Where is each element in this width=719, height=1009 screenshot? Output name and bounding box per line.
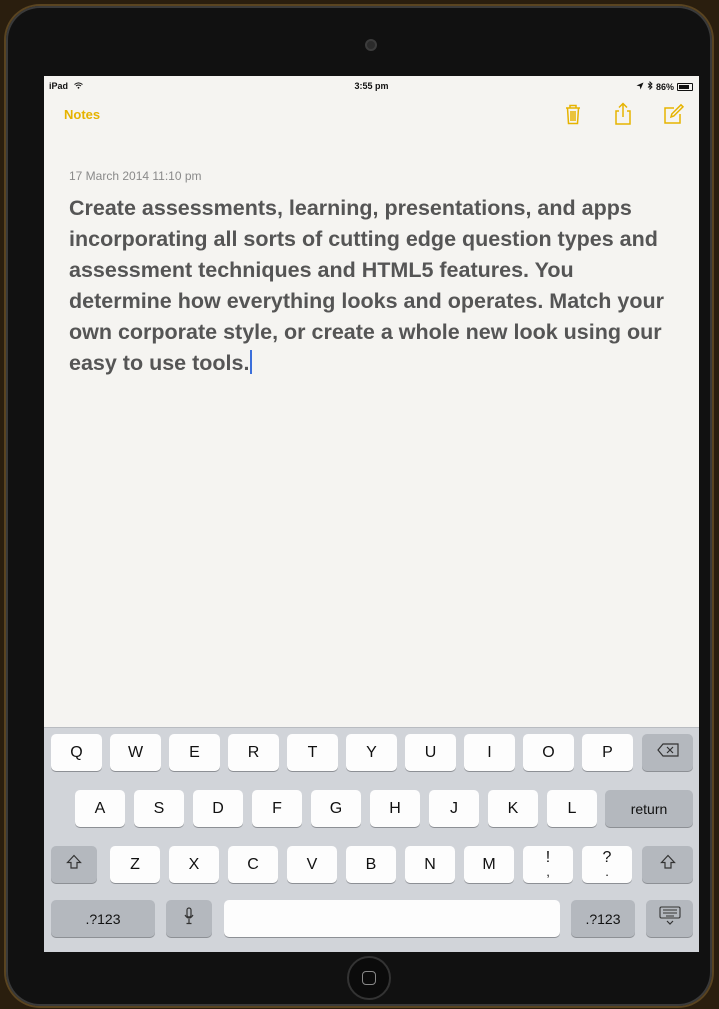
hide-keyboard-key[interactable]	[646, 900, 693, 937]
key-d-label: D	[212, 799, 224, 817]
screen: iPad 3:55 pm 86% Notes 17 March 2014 11:…	[44, 76, 699, 952]
key-x[interactable]: X	[169, 846, 219, 883]
key-i[interactable]: I	[464, 734, 515, 771]
key-q[interactable]: Q	[51, 734, 102, 771]
key-k[interactable]: K	[488, 790, 538, 827]
question-period-key-label-9: ?	[602, 848, 612, 866]
ipad-device: iPad 3:55 pm 86% Notes 17 March 2014 11:…	[6, 6, 712, 1006]
nav-bar: Notes	[44, 94, 699, 134]
trash-icon[interactable]	[562, 102, 584, 126]
key-r[interactable]: R	[228, 734, 279, 771]
key-r-label: R	[247, 743, 260, 761]
note-text-area[interactable]: Create assessments, learning, presentati…	[69, 193, 679, 379]
key-l-label: L	[567, 799, 577, 817]
return-key[interactable]: return	[605, 790, 693, 827]
key-t-label: T	[307, 743, 318, 761]
key-p-label: P	[602, 743, 613, 761]
key-p[interactable]: P	[582, 734, 633, 771]
text-cursor	[250, 350, 253, 374]
key-x-label: X	[188, 855, 200, 873]
key-b-label: B	[365, 855, 377, 873]
battery-icon	[677, 82, 693, 91]
location-arrow-icon	[636, 82, 644, 92]
key-h[interactable]: H	[370, 790, 420, 827]
key-o-label: O	[542, 743, 555, 761]
key-e-label: E	[189, 743, 200, 761]
key-j[interactable]: J	[429, 790, 479, 827]
note-date: 17 March 2014 11:10 pm	[69, 169, 202, 183]
numbers-key-left[interactable]: .?123	[51, 900, 155, 937]
key-f-label: F	[272, 799, 282, 817]
onscreen-keyboard: Q W E R T Y U I O P A S D F G H J K Lreturn Z X C V B N M!,?. .?12…	[44, 727, 699, 952]
key-z-label: Z	[130, 855, 140, 873]
key-v[interactable]: V	[287, 846, 337, 883]
share-icon[interactable]	[612, 102, 634, 126]
numbers-key-left-label: .?123	[85, 910, 121, 927]
key-m[interactable]: M	[464, 846, 514, 883]
home-button[interactable]	[347, 956, 391, 1000]
backspace-key[interactable]	[642, 734, 693, 771]
key-u-label: U	[424, 743, 437, 761]
key-c-label: C	[247, 855, 259, 873]
microphone-icon	[184, 907, 194, 930]
key-v-label: V	[306, 855, 318, 873]
key-g-label: G	[329, 799, 343, 817]
front-camera	[365, 39, 377, 51]
key-d[interactable]: D	[193, 790, 243, 827]
key-i-label: I	[487, 743, 492, 761]
key-a-label: A	[94, 799, 106, 817]
shift-icon	[66, 854, 82, 875]
status-time: 3:55 pm	[354, 81, 389, 91]
home-icon	[362, 971, 376, 985]
key-l[interactable]: L	[547, 790, 597, 827]
key-z[interactable]: Z	[110, 846, 160, 883]
exclamation-comma-key-label-8: ,	[546, 863, 550, 879]
key-t[interactable]: T	[287, 734, 338, 771]
hide-keyboard-icon	[658, 906, 681, 931]
space-bar[interactable]	[224, 900, 560, 937]
exclamation-comma-key-label-7: !	[545, 848, 551, 866]
key-y-label: Y	[366, 743, 377, 761]
key-f[interactable]: F	[252, 790, 302, 827]
numbers-key-right-label: .?123	[585, 910, 621, 927]
key-s-label: S	[153, 799, 165, 817]
dictation-key[interactable]	[166, 900, 212, 937]
key-w-label: W	[127, 743, 144, 761]
key-c[interactable]: C	[228, 846, 278, 883]
key-h-label: H	[389, 799, 401, 817]
shift-icon	[659, 854, 676, 875]
key-b[interactable]: B	[346, 846, 396, 883]
key-u[interactable]: U	[405, 734, 456, 771]
key-s[interactable]: S	[134, 790, 184, 827]
key-a[interactable]: A	[75, 790, 125, 827]
status-indicators: 86%	[636, 80, 693, 92]
shift-key-left[interactable]	[51, 846, 97, 883]
key-o[interactable]: O	[523, 734, 574, 771]
note-text: Create assessments, learning, presentati…	[69, 196, 664, 375]
key-n[interactable]: N	[405, 846, 455, 883]
numbers-key-right[interactable]: .?123	[571, 900, 635, 937]
key-w[interactable]: W	[110, 734, 161, 771]
notes-back-button[interactable]: Notes	[64, 107, 100, 122]
key-n-label: N	[424, 855, 436, 873]
key-g[interactable]: G	[311, 790, 361, 827]
key-m-label: M	[482, 855, 496, 873]
status-bar: iPad 3:55 pm 86%	[44, 76, 699, 94]
key-y[interactable]: Y	[346, 734, 397, 771]
key-k-label: K	[507, 799, 519, 817]
return-key-label: return	[630, 800, 668, 817]
shift-key-right[interactable]	[642, 846, 693, 883]
compose-icon[interactable]	[662, 102, 685, 126]
question-period-key[interactable]: ?.	[582, 846, 632, 883]
key-q-label: Q	[70, 743, 83, 761]
battery-percent: 86%	[655, 81, 674, 92]
backspace-icon	[656, 743, 679, 762]
key-e[interactable]: E	[169, 734, 220, 771]
key-j-label: J	[450, 799, 458, 817]
question-period-key-label-10: .	[605, 863, 609, 879]
bluetooth-icon	[647, 80, 653, 92]
exclamation-comma-key[interactable]: !,	[523, 846, 573, 883]
